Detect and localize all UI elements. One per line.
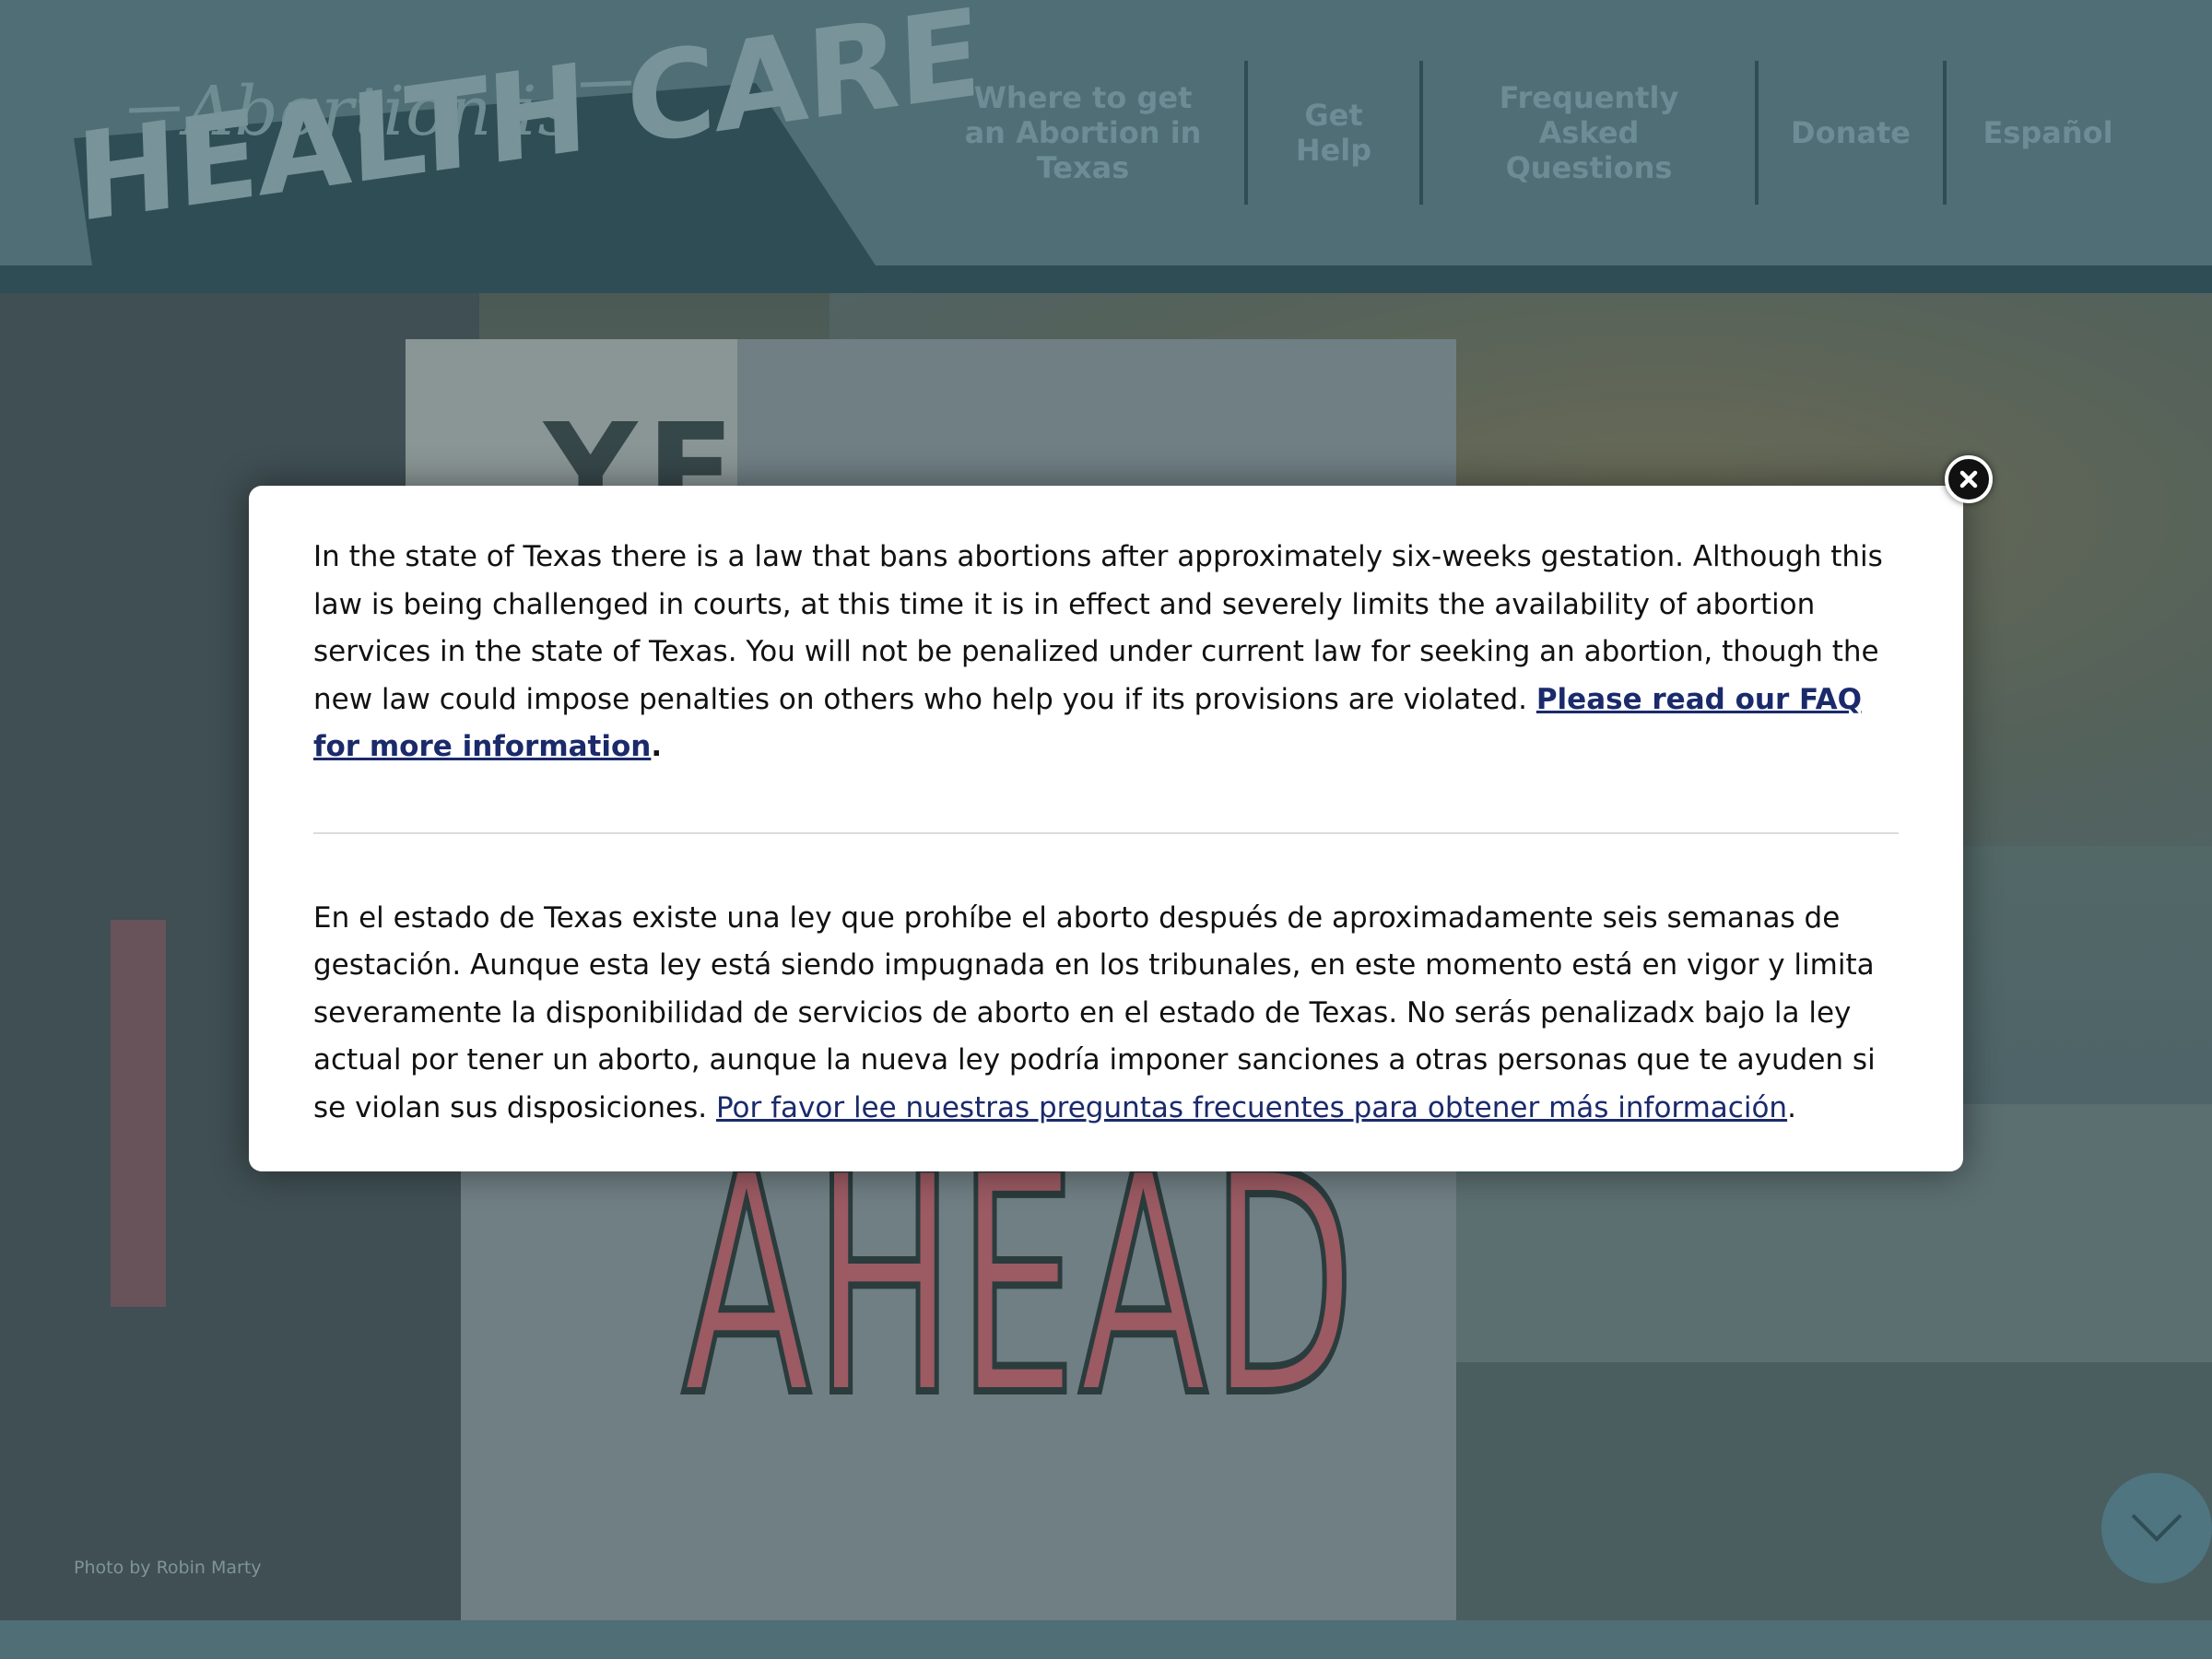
notice-spanish: En el estado de Texas existe una ley que… [313, 895, 1899, 1133]
main-nav: Where to get an Abortion in Texas Get He… [922, 61, 2157, 205]
notice-english: In the state of Texas there is a law tha… [313, 534, 1899, 771]
notice-english-suffix: . [651, 730, 663, 763]
close-icon [1959, 470, 1978, 488]
header-bottom-strip [0, 265, 2212, 293]
nav-item-espanol[interactable]: Español [1947, 61, 2149, 205]
scroll-down-button[interactable] [2101, 1473, 2212, 1583]
notice-modal: In the state of Texas there is a law tha… [249, 486, 1963, 1171]
site-logo[interactable]: Abortion is HEALTH CARE [55, 0, 982, 267]
footer-strip [0, 1620, 2212, 1659]
chevron-down-icon [2131, 1513, 2183, 1542]
hero-building-lower [1456, 1362, 2212, 1620]
notice-spanish-suffix: . [1787, 1090, 1796, 1124]
modal-divider [313, 831, 1899, 834]
modal-close-button[interactable] [1945, 455, 1993, 503]
site-header: Abortion is HEALTH CARE Where to get an … [0, 0, 2212, 265]
hero-person-shirt [111, 920, 166, 1307]
sign-text: AHEAD [680, 1109, 1359, 1463]
faq-link-spanish[interactable]: Por favor lee nuestras preguntas frecuen… [716, 1091, 1787, 1124]
nav-item-faq[interactable]: Frequently Asked Questions [1423, 61, 1755, 205]
photo-credit: Photo by Robin Marty [74, 1558, 262, 1578]
nav-item-donate[interactable]: Donate [1759, 61, 1943, 205]
nav-item-get-help[interactable]: Get Help [1248, 61, 1419, 205]
nav-item-where-to-get-abortion[interactable]: Where to get an Abortion in Texas [922, 61, 1244, 205]
